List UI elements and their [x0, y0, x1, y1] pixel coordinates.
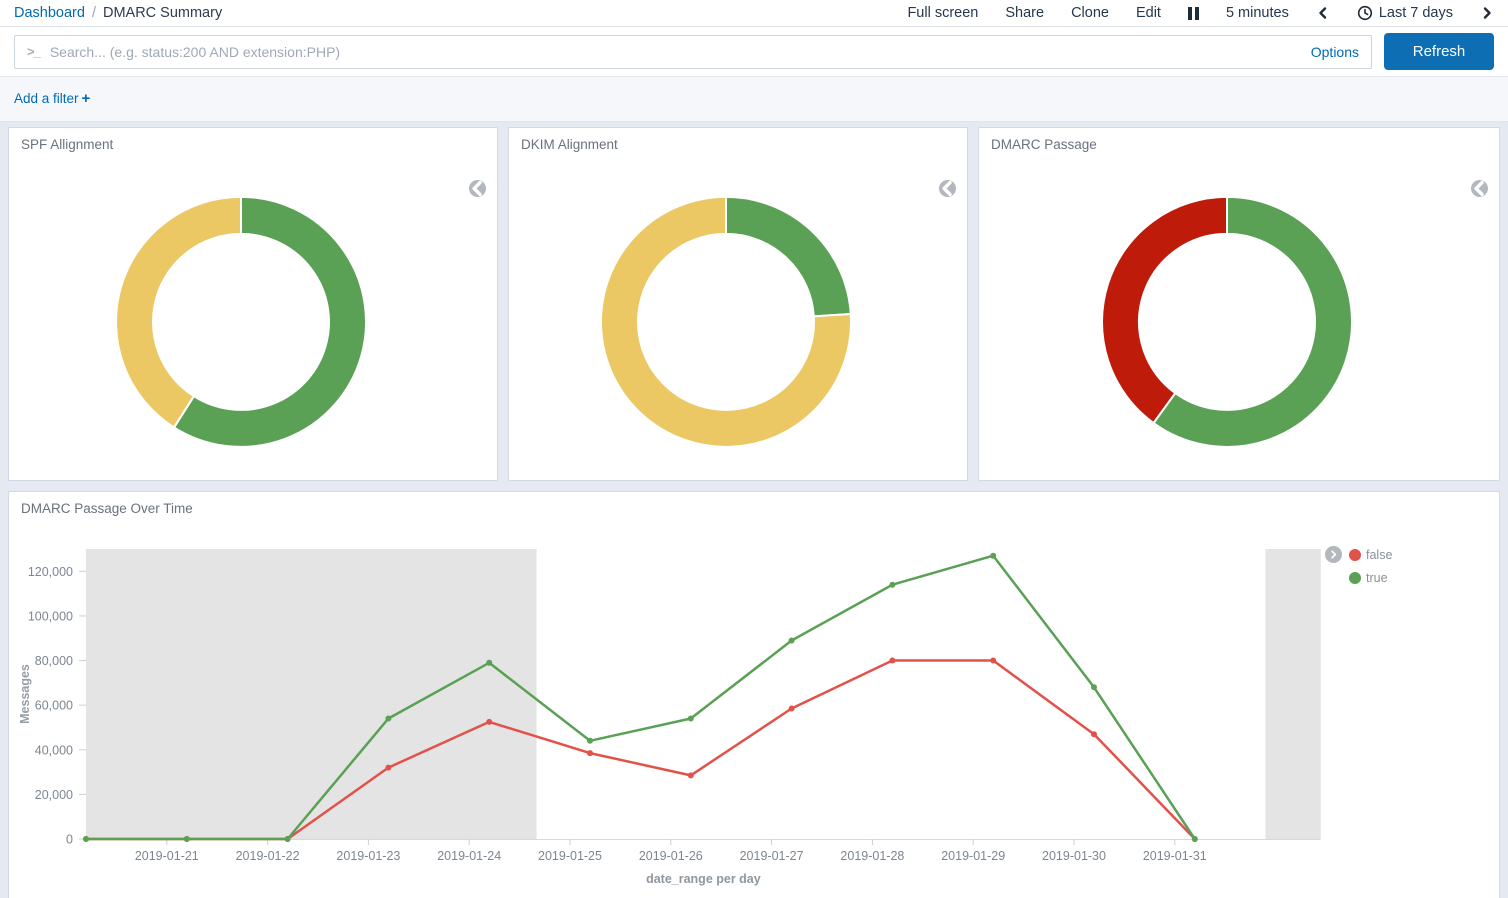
- dashboard-grid: SPF Allignment DKIM Alignment DMARC Pass…: [0, 122, 1508, 898]
- svg-text:80,000: 80,000: [35, 654, 73, 668]
- svg-text:2019-01-30: 2019-01-30: [1042, 849, 1106, 863]
- clock-icon: [1357, 5, 1373, 21]
- svg-text:2019-01-22: 2019-01-22: [236, 849, 300, 863]
- dmarc-donut-chart[interactable]: [979, 154, 1499, 480]
- panel-title: DKIM Alignment: [509, 128, 967, 154]
- share-button[interactable]: Share: [1005, 5, 1044, 21]
- breadcrumb-separator: /: [92, 5, 96, 21]
- svg-text:20,000: 20,000: [35, 788, 73, 802]
- dmarc-donut-vis: [979, 154, 1499, 480]
- query-options-link[interactable]: Options: [1311, 44, 1359, 60]
- query-bar: >_ Options Refresh: [0, 27, 1508, 77]
- svg-text:40,000: 40,000: [35, 743, 73, 757]
- edit-button[interactable]: Edit: [1136, 5, 1161, 21]
- panel-title: SPF Allignment: [9, 128, 497, 154]
- search-input[interactable]: [50, 44, 1299, 60]
- legend-collapse-button[interactable]: [1471, 180, 1488, 197]
- pause-refresh-icon[interactable]: [1188, 7, 1199, 20]
- svg-text:60,000: 60,000: [35, 699, 73, 713]
- filter-bar: Add a filter+: [0, 77, 1508, 122]
- add-filter-link[interactable]: Add a filter+: [14, 91, 90, 106]
- svg-text:2019-01-26: 2019-01-26: [639, 849, 703, 863]
- panel-title: DMARC Passage: [979, 128, 1499, 154]
- chevron-left-icon: [1471, 180, 1488, 197]
- legend-item-false[interactable]: false: [1349, 548, 1392, 562]
- spf-donut-vis: [9, 154, 497, 480]
- legend-collapse-button[interactable]: [469, 180, 486, 197]
- refresh-button[interactable]: Refresh: [1384, 33, 1494, 70]
- dmarc-passage-over-time-chart[interactable]: 0 20,000 40,000 60,000 80,000 100,000 120,000 2…: [9, 492, 1499, 898]
- svg-text:date_range per day: date_range per day: [646, 872, 761, 886]
- dkim-donut-vis: [509, 154, 967, 480]
- panel-dkim-alignment: DKIM Alignment: [508, 127, 968, 481]
- legend-label: false: [1366, 548, 1392, 562]
- page-title: DMARC Summary: [103, 5, 222, 21]
- breadcrumb-dashboard-link[interactable]: Dashboard: [14, 5, 85, 21]
- legend-item-true[interactable]: true: [1349, 571, 1392, 585]
- panel-spf-allignment: SPF Allignment: [8, 127, 498, 481]
- svg-text:2019-01-27: 2019-01-27: [740, 849, 804, 863]
- svg-text:2019-01-23: 2019-01-23: [336, 849, 400, 863]
- legend-dot-green: [1349, 572, 1361, 584]
- search-bar: >_ Options: [14, 35, 1372, 69]
- svg-text:120,000: 120,000: [28, 565, 73, 579]
- legend-dot-red: [1349, 549, 1361, 561]
- add-filter-label: Add a filter: [14, 91, 79, 106]
- panel-dmarc-passage-over-time: DMARC Passage Over Time 020,00040,00060,…: [8, 491, 1500, 898]
- time-back-chevron-icon[interactable]: [1316, 6, 1330, 20]
- svg-text:2019-01-31: 2019-01-31: [1143, 849, 1207, 863]
- svg-text:2019-01-24: 2019-01-24: [437, 849, 501, 863]
- plus-icon: +: [82, 90, 91, 107]
- time-range-label: Last 7 days: [1379, 5, 1453, 21]
- breadcrumb: Dashboard / DMARC Summary: [14, 5, 222, 21]
- chevron-right-icon: [1329, 550, 1338, 559]
- chevron-left-icon: [469, 180, 486, 197]
- full-screen-button[interactable]: Full screen: [907, 5, 978, 21]
- refresh-interval-button[interactable]: 5 minutes: [1226, 5, 1289, 21]
- svg-text:Messages: Messages: [18, 664, 32, 724]
- svg-text:2019-01-25: 2019-01-25: [538, 849, 602, 863]
- svg-text:0: 0: [66, 833, 73, 847]
- chevron-left-icon: [939, 180, 956, 197]
- terminal-prompt-icon: >_: [27, 44, 40, 59]
- panel-dmarc-passage: DMARC Passage: [978, 127, 1500, 481]
- spf-donut-chart[interactable]: [9, 154, 497, 480]
- clone-button[interactable]: Clone: [1071, 5, 1109, 21]
- top-navigation-bar: Dashboard / DMARC Summary Full screen Sh…: [0, 0, 1508, 27]
- dashboard-menu: Full screen Share Clone Edit 5 minutes L…: [907, 5, 1494, 21]
- time-forward-chevron-icon[interactable]: [1480, 6, 1494, 20]
- legend-label: true: [1366, 571, 1388, 585]
- chart-legend: false true: [1325, 546, 1392, 585]
- svg-text:100,000: 100,000: [28, 609, 73, 623]
- svg-text:2019-01-28: 2019-01-28: [840, 849, 904, 863]
- time-range-picker[interactable]: Last 7 days: [1357, 5, 1453, 21]
- legend-collapse-button[interactable]: [1325, 546, 1342, 563]
- svg-text:2019-01-21: 2019-01-21: [135, 849, 199, 863]
- legend-collapse-button[interactable]: [939, 180, 956, 197]
- svg-text:2019-01-29: 2019-01-29: [941, 849, 1005, 863]
- dkim-donut-chart[interactable]: [509, 154, 967, 480]
